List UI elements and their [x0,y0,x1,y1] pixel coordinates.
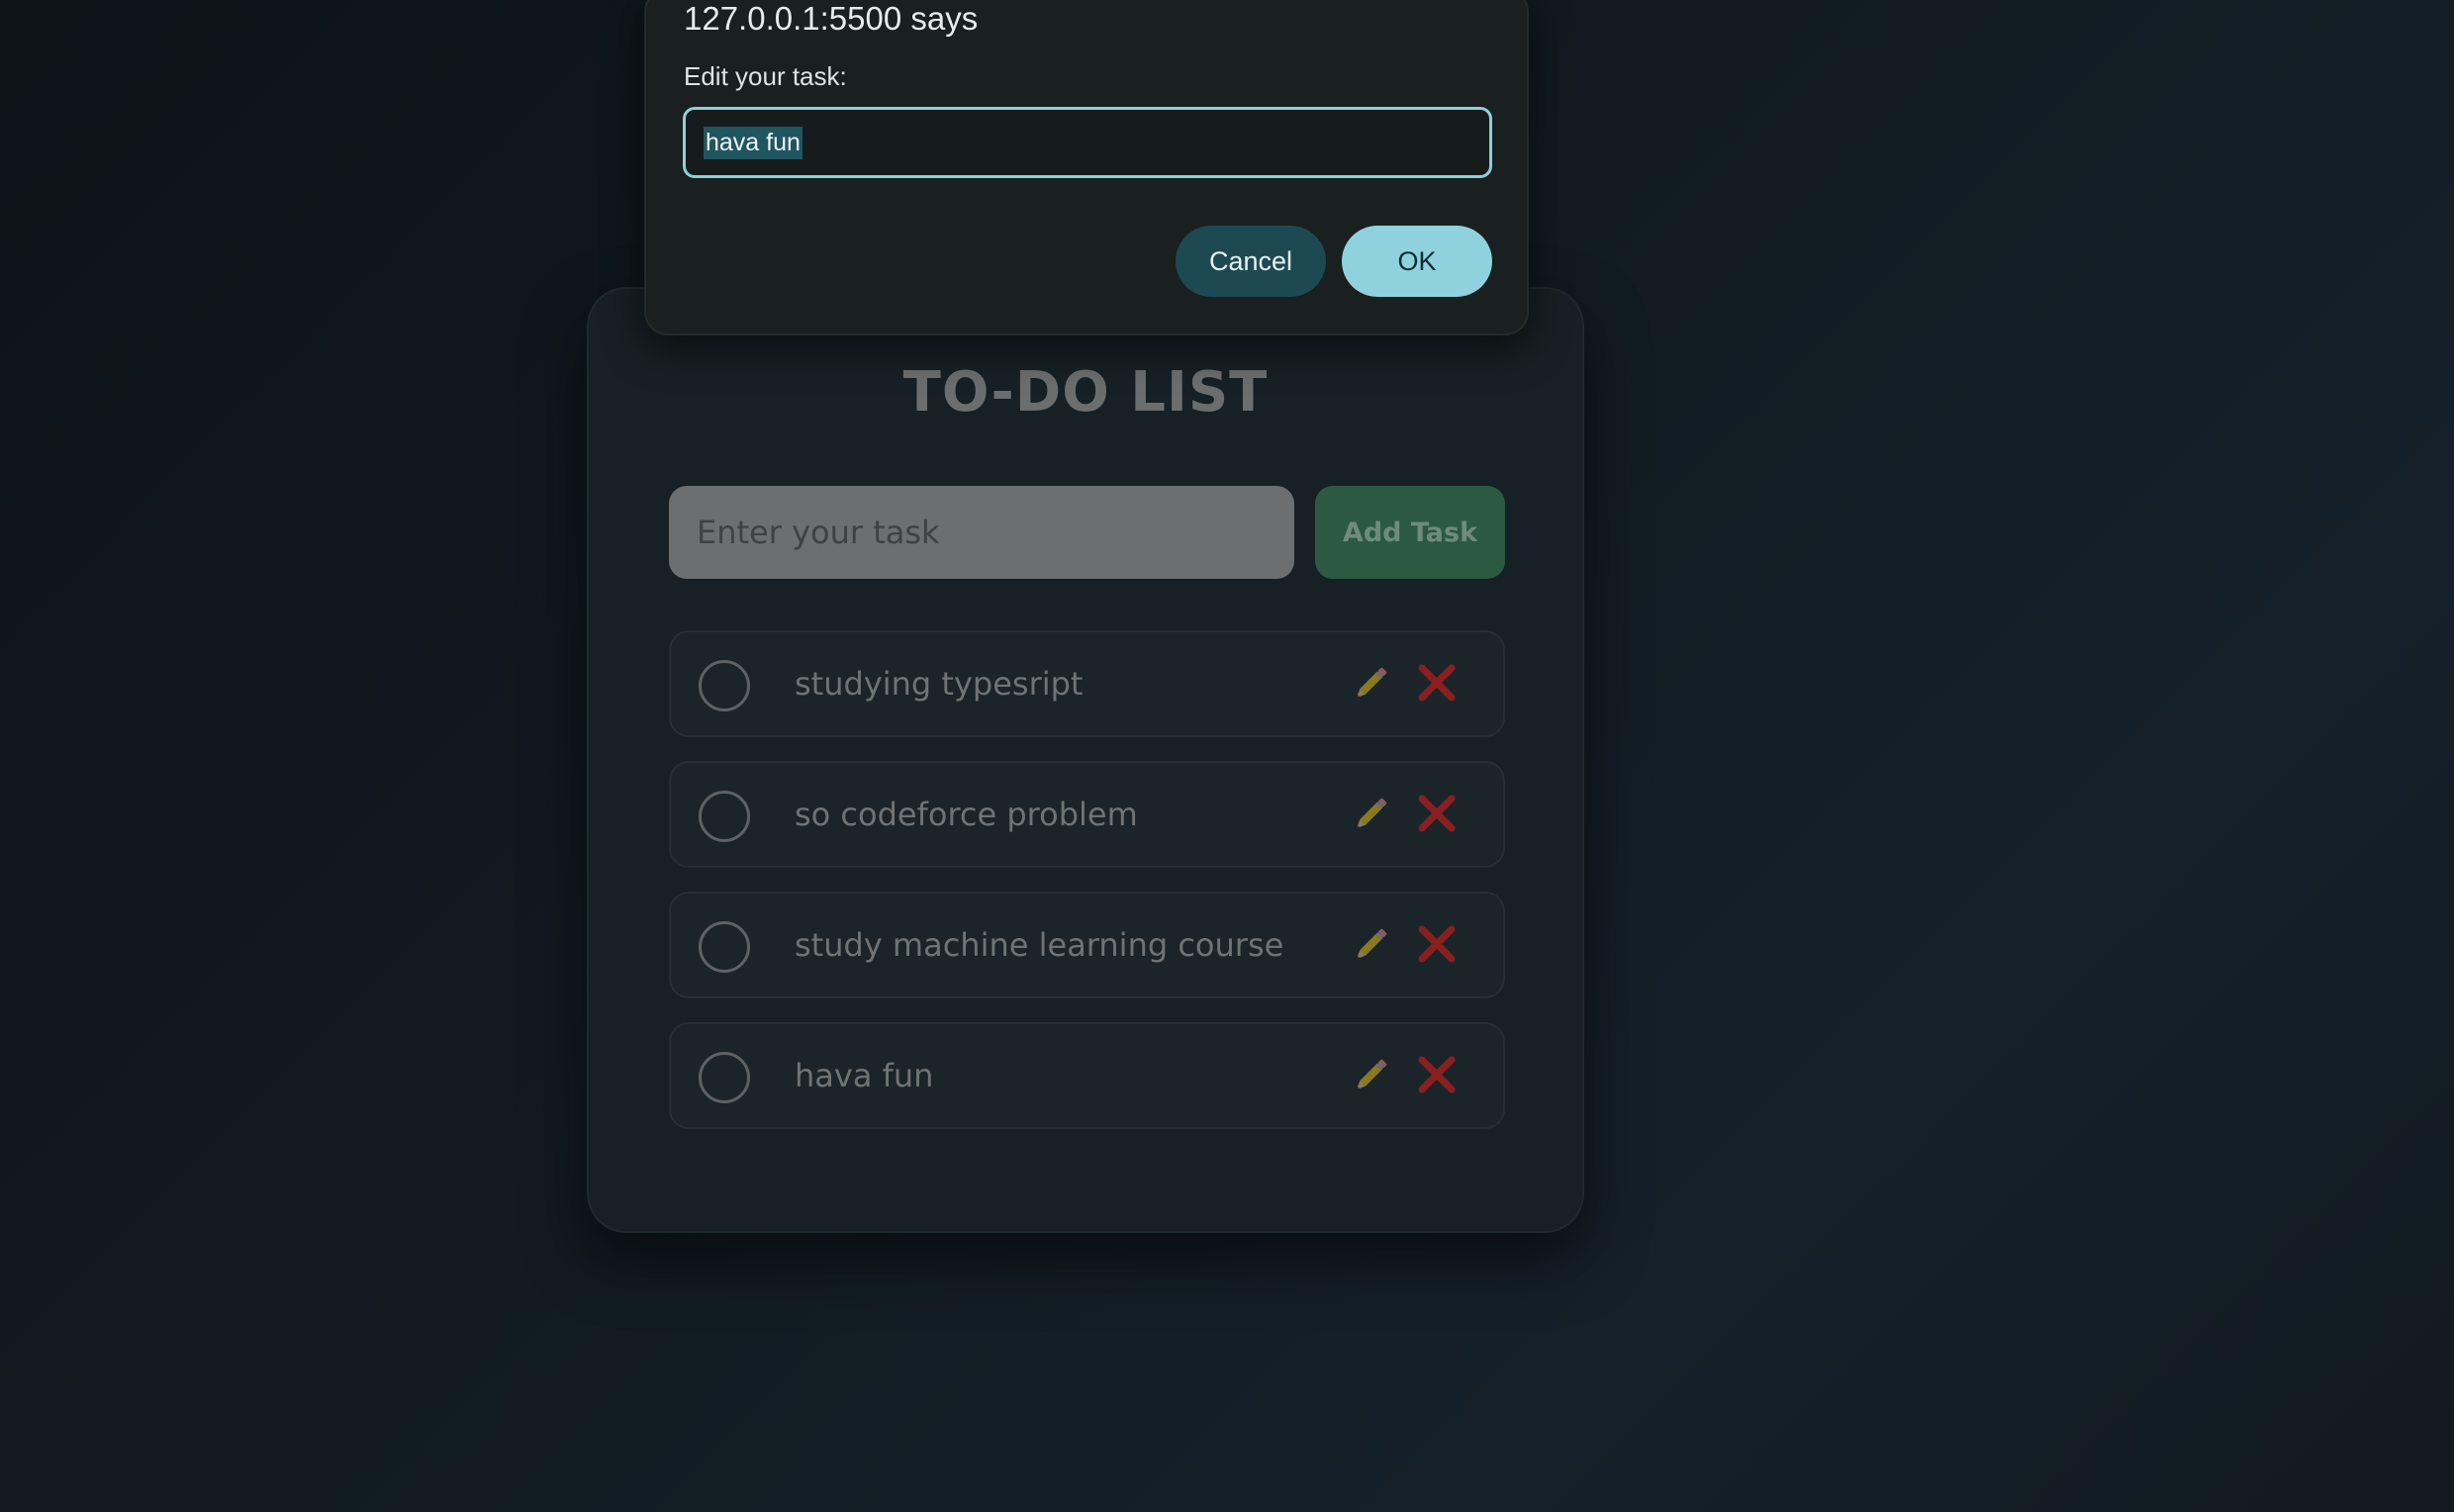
task-input[interactable]: Enter your task [669,486,1294,579]
task-input-placeholder: Enter your task [697,514,940,551]
complete-toggle-circle[interactable] [699,921,750,973]
dialog-input-value: hava fun [704,126,802,159]
cross-mark-icon[interactable] [1416,923,1458,965]
cross-mark-icon[interactable] [1416,793,1458,834]
dialog-edit-input[interactable]: hava fun [683,107,1492,178]
dialog-message: Edit your task: [684,61,847,91]
complete-toggle-circle[interactable] [699,791,750,842]
add-task-button[interactable]: Add Task [1315,486,1505,579]
prompt-dialog: 127.0.0.1:5500 says Edit your task: hava… [644,0,1529,335]
pencil-icon[interactable] [1349,662,1392,706]
page-title: TO-DO LIST [902,360,1269,425]
ok-button[interactable]: OK [1342,226,1492,297]
list-item: study machine learning course [669,892,1505,998]
task-text: so codeforce problem [795,796,1138,833]
task-text: hava fun [795,1057,934,1094]
pencil-icon[interactable] [1349,923,1392,967]
pencil-icon[interactable] [1349,1054,1392,1097]
cross-mark-icon[interactable] [1416,1054,1458,1095]
complete-toggle-circle[interactable] [699,1052,750,1103]
complete-toggle-circle[interactable] [699,660,750,711]
todo-card: TO-DO LIST Enter your task Add Task stud… [587,287,1584,1233]
dialog-origin-title: 127.0.0.1:5500 says [684,0,979,37]
task-text: study machine learning course [795,926,1284,964]
task-text: studying typesript [795,665,1084,703]
pencil-icon[interactable] [1349,793,1392,836]
cross-mark-icon[interactable] [1416,662,1458,704]
list-item: studying typesript [669,630,1505,737]
list-item: hava fun [669,1022,1505,1129]
list-item: so codeforce problem [669,761,1505,868]
cancel-button[interactable]: Cancel [1176,226,1326,297]
